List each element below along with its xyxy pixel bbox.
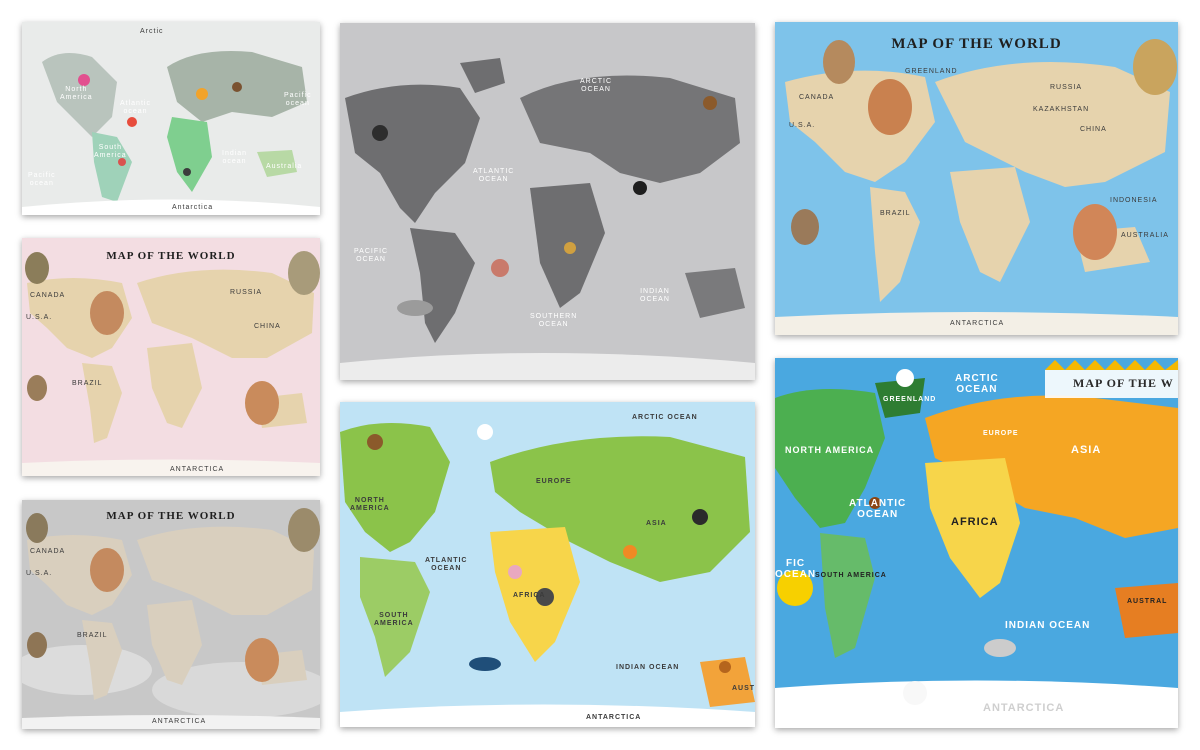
label-indian-ocean: INDIAN OCEAN: [1005, 620, 1091, 631]
label-atlantic-ocean: ATLANTIC OCEAN: [849, 498, 907, 520]
label-arctic-ocean: ARCTIC OCEAN: [632, 414, 698, 421]
label-russia: RUSSIA: [230, 289, 263, 296]
map-thumbnail-pastel[interactable]: North America Atlantic ocean South Ameri…: [22, 22, 320, 215]
label-indian-ocean: Indian ocean: [222, 150, 248, 165]
label-europe: EUROPE: [536, 478, 572, 485]
label-north-america: North America: [60, 86, 93, 101]
map-thumbnail-pink-world[interactable]: MAP OF THE WORLD RUSSIA CANADA U.S.A. BR…: [22, 238, 320, 476]
label-atlantic-ocean: ATLANTIC OCEAN: [425, 557, 468, 572]
label-brazil: BRAZIL: [77, 632, 108, 639]
label-brazil: BRAZIL: [72, 380, 103, 387]
label-russia: RUSSIA: [1050, 84, 1083, 91]
label-pacific-ocean: PACIFIC OCEAN: [354, 248, 389, 263]
map-thumbnail-blue-world[interactable]: MAP OF THE WORLD GREENLAND RUSSIA CANADA…: [775, 22, 1178, 335]
label-south-america: SOUTH AMERICA: [374, 612, 414, 627]
label-antarctica: ANTARCTICA: [983, 702, 1065, 714]
label-indian-ocean: INDIAN OCEAN: [616, 664, 680, 671]
label-usa: U.S.A.: [26, 314, 53, 321]
label-china: CHINA: [1080, 126, 1107, 133]
label-pacific-ocean-right: Pacific ocean: [284, 92, 312, 107]
label-australia: AUST: [732, 685, 755, 692]
label-china: CHINA: [254, 323, 281, 330]
label-antarctica: Antarctica: [172, 204, 214, 211]
label-australia: AUSTRALIA: [1121, 232, 1169, 239]
map-thumbnail-cartoon-green[interactable]: ARCTIC OCEAN EUROPE NORTH AMERICA ASIA A…: [340, 402, 755, 727]
label-canada: CANADA: [30, 292, 66, 299]
label-arctic-ocean: ARCTIC OCEAN: [580, 78, 613, 93]
label-north-america: NORTH AMERICA: [785, 445, 875, 455]
label-antarctica: ANTARCTICA: [950, 320, 1005, 327]
label-canada: CANADA: [30, 548, 66, 555]
label-usa: U.S.A.: [789, 122, 816, 129]
map-thumbnail-grey-large[interactable]: ARCTIC OCEAN ATLANTIC OCEAN PACIFIC OCEA…: [340, 23, 755, 380]
grey-world-map-graphic: [22, 500, 320, 729]
label-indonesia: INDONESIA: [1110, 197, 1158, 204]
map-title: MAP OF THE W: [1073, 376, 1174, 390]
label-canada: CANADA: [799, 94, 835, 101]
map-title: MAP OF THE WORLD: [106, 250, 236, 262]
label-pacific-ocean: FIC OCEAN: [775, 558, 817, 580]
blue-map-graphic: [775, 22, 1178, 335]
label-arctic: Arctic: [140, 28, 164, 35]
label-usa: U.S.A.: [26, 570, 53, 577]
label-south-america: South America: [94, 144, 127, 159]
label-antarctica: ANTARCTICA: [170, 466, 225, 473]
pink-map-graphic: [22, 238, 320, 476]
label-greenland: GREENLAND: [883, 396, 937, 403]
map-thumbnail-grey-world[interactable]: MAP OF THE WORLD CANADA U.S.A. BRAZIL AN…: [22, 500, 320, 729]
label-indian-ocean: INDIAN OCEAN: [640, 288, 670, 303]
label-south-america: SOUTH AMERICA: [815, 572, 887, 579]
label-pacific-ocean-left: Pacific ocean: [28, 172, 56, 187]
label-north-america: NORTH AMERICA: [350, 497, 390, 512]
map-title: MAP OF THE WORLD: [106, 510, 236, 522]
label-southern-ocean: SOUTHERN OCEAN: [530, 313, 578, 328]
pastel-map-graphic: [22, 22, 320, 215]
label-europe: EUROPE: [983, 430, 1019, 437]
label-brazil: BRAZIL: [880, 210, 911, 217]
label-kazakhstan: KAZAKHSTAN: [1033, 106, 1090, 113]
label-atlantic-ocean: Atlantic ocean: [120, 100, 151, 115]
label-antarctica: ANTARCTICA: [152, 718, 207, 725]
label-australia: AUSTRAL: [1127, 598, 1168, 605]
map-thumbnail-cartoon-bright[interactable]: MAP OF THE W ARCTIC OCEAN GREENLAND EURO…: [775, 358, 1178, 728]
label-africa: AFRICA: [951, 516, 999, 528]
cartoon-green-map-graphic: [340, 402, 755, 727]
map-title: MAP OF THE WORLD: [891, 36, 1062, 52]
label-antarctica: ANTARCTICA: [586, 714, 642, 721]
label-asia: ASIA: [646, 520, 667, 527]
cartoon-bright-map-graphic: [775, 358, 1178, 728]
label-asia: ASIA: [1071, 444, 1102, 456]
label-africa: AFRICA: [513, 592, 546, 599]
label-australia: Australia: [266, 163, 303, 170]
label-greenland: GREENLAND: [905, 68, 958, 75]
label-arctic-ocean: ARCTIC OCEAN: [955, 373, 999, 395]
label-atlantic-ocean: ATLANTIC OCEAN: [473, 168, 515, 183]
